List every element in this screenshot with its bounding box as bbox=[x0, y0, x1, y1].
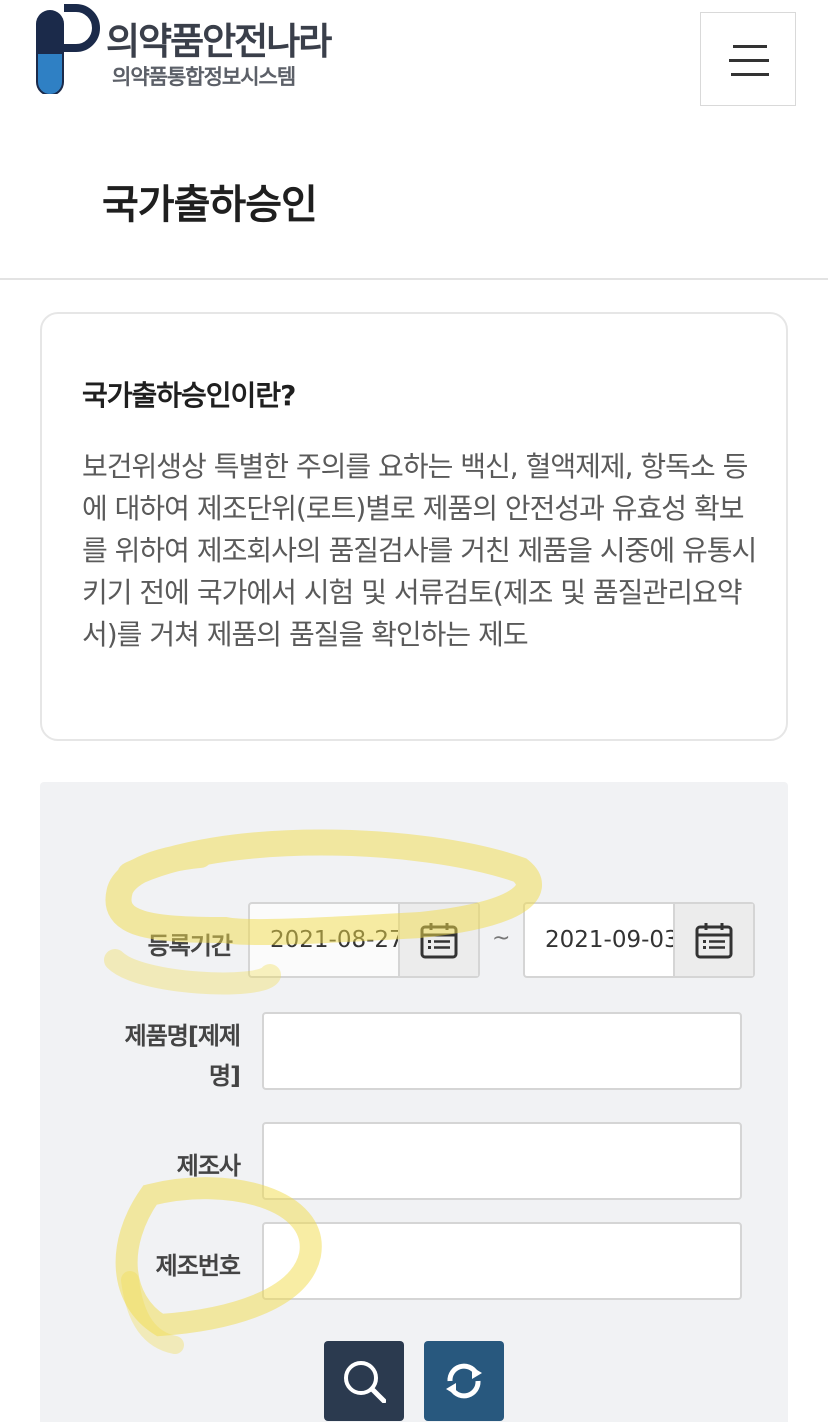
divider bbox=[0, 278, 828, 280]
page-title: 국가출하승인 bbox=[102, 182, 318, 228]
manufacturer-input[interactable] bbox=[262, 1122, 742, 1200]
lot-number-input[interactable] bbox=[262, 1222, 742, 1300]
info-description: 보건위생상 특별한 주의를 요하는 백신, 혈액제제, 항독소 등에 대하여 제… bbox=[82, 450, 757, 651]
product-name-label: 제품명[제제 명] bbox=[124, 1022, 241, 1090]
manufacturer-label: 제조사 bbox=[176, 1152, 241, 1180]
date-to-field[interactable]: 2021-09-03 bbox=[523, 902, 755, 978]
header: 의약품안전나라 의약품통합정보시스템 bbox=[0, 0, 828, 120]
search-panel bbox=[40, 782, 788, 1422]
reset-button[interactable] bbox=[424, 1341, 504, 1421]
period-label: 등록기간 bbox=[147, 932, 233, 960]
date-from-field[interactable]: 2021-08-27 bbox=[248, 902, 480, 978]
date-from-value: 2021-08-27 bbox=[270, 927, 404, 953]
date-to-value: 2021-09-03 bbox=[545, 927, 679, 953]
date-to-calendar-button[interactable] bbox=[673, 904, 753, 976]
info-heading: 국가출하승인이란? bbox=[82, 379, 296, 412]
calendar-icon bbox=[420, 923, 458, 959]
menu-icon bbox=[733, 45, 767, 48]
logo-icon[interactable] bbox=[28, 4, 100, 94]
info-card: 국가출하승인이란? 보건위생상 특별한 주의를 요하는 백신, 혈액제제, 항독… bbox=[40, 312, 788, 741]
search-icon bbox=[344, 1361, 386, 1403]
date-range-separator: ~ bbox=[492, 926, 511, 951]
logo-title[interactable]: 의약품안전나라 bbox=[106, 22, 332, 62]
product-name-input[interactable] bbox=[262, 1012, 742, 1090]
search-button[interactable] bbox=[324, 1341, 404, 1421]
date-from-calendar-button[interactable] bbox=[398, 904, 478, 976]
logo-subtitle: 의약품통합정보시스템 bbox=[112, 65, 296, 89]
lot-number-label: 제조번호 bbox=[155, 1252, 241, 1280]
calendar-icon bbox=[695, 923, 733, 959]
refresh-icon bbox=[446, 1363, 482, 1399]
menu-button[interactable] bbox=[700, 12, 796, 106]
